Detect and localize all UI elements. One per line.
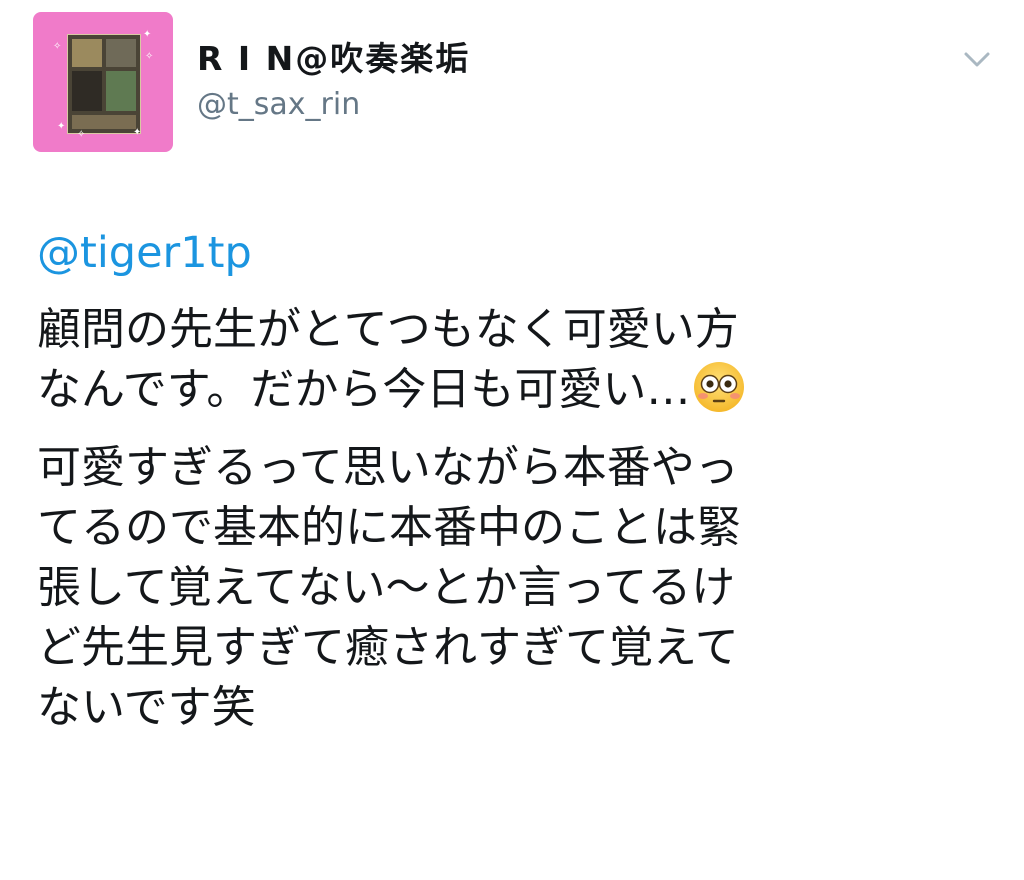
sparkle-icon: ✦ — [143, 29, 152, 40]
sparkle-icon: ✧ — [145, 51, 154, 62]
tweet-paragraph-1-text: 顧問の先生がとてつもなく可愛い方 なんです。だから今日も可愛い… — [37, 304, 739, 415]
tweet-paragraph-2: 可愛すぎるって思いながら本番やっ てるので基本的に本番中のことは緊 張して覚えて… — [37, 442, 741, 733]
avatar-photo — [67, 34, 141, 134]
tweet-paragraph-1: 顧問の先生がとてつもなく可愛い方 なんです。だから今日も可愛い… — [37, 300, 997, 420]
sparkle-icon: ✦ — [57, 121, 66, 132]
tweet: ✦ ✧ ✦ ✧ ✦ ✧ R I N@吹奏楽垢 @t_sax_rin @tiger… — [0, 0, 1024, 880]
tweet-text: @tiger1tp 顧問の先生がとてつもなく可愛い方 なんです。だから今日も可愛… — [37, 222, 997, 738]
sparkle-icon: ✦ — [133, 127, 142, 138]
avatar[interactable]: ✦ ✧ ✦ ✧ ✦ ✧ — [33, 12, 173, 152]
user-handle[interactable]: @t_sax_rin — [197, 86, 360, 124]
display-name[interactable]: R I N@吹奏楽垢 — [197, 39, 470, 79]
flushed-face-icon — [694, 362, 745, 412]
mention-link[interactable]: @tiger1tp — [37, 222, 997, 284]
sparkle-icon: ✧ — [77, 129, 86, 140]
sparkle-icon: ✧ — [53, 41, 62, 52]
chevron-down-icon[interactable] — [960, 44, 994, 74]
